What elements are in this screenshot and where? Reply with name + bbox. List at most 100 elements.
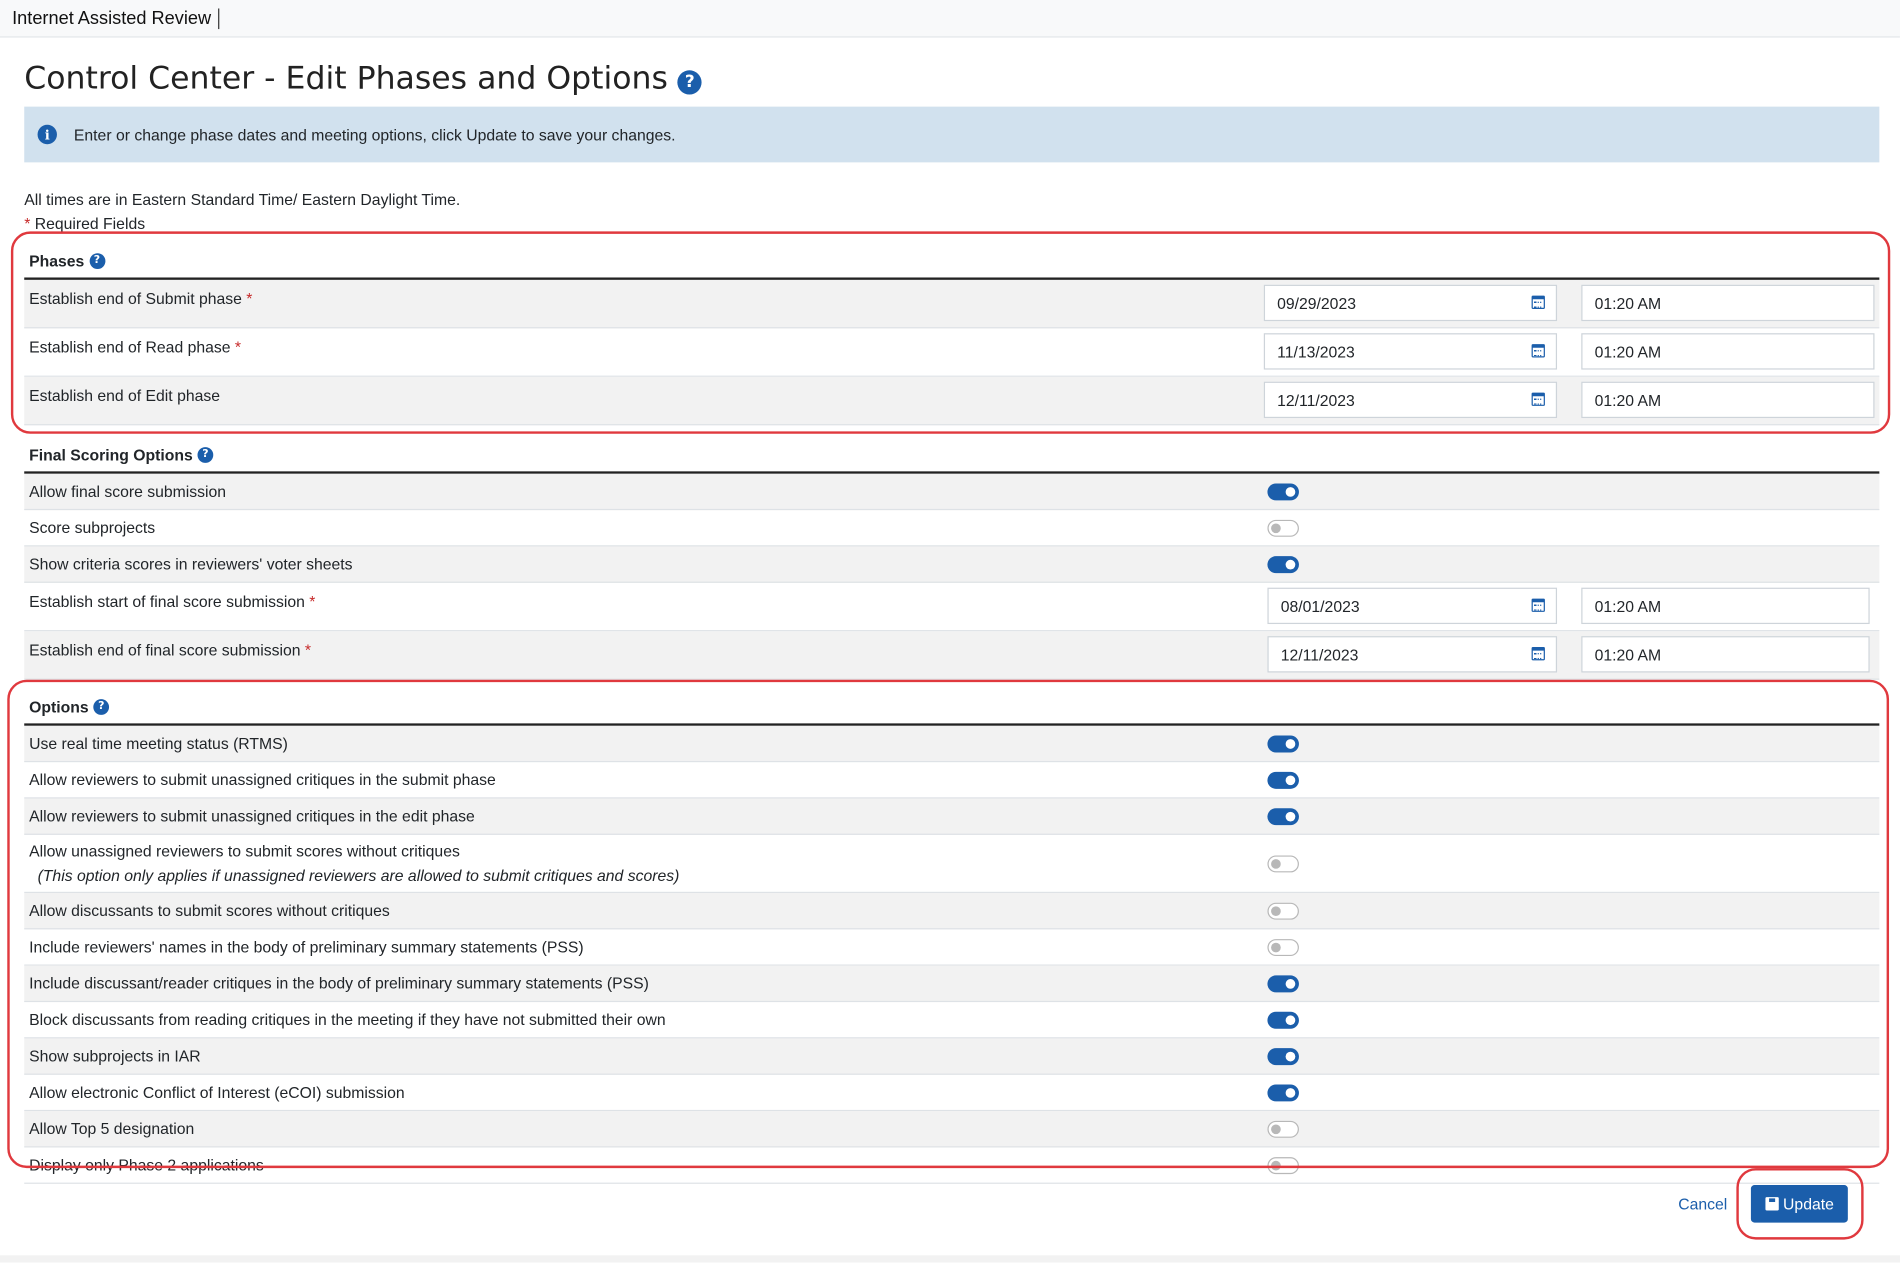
row-label-text: Allow final score submission [29,482,227,501]
toggle-switch[interactable] [1267,519,1299,537]
option-row: Allow unassigned reviewers to submit sco… [24,835,1880,894]
option-row: Allow electronic Conflict of Interest (e… [24,1075,1880,1112]
toggle-switch[interactable] [1267,1120,1299,1138]
time-input[interactable]: 01:20 AM [1581,381,1875,419]
row-label: Use real time meeting status (RTMS) [29,734,288,752]
row-label-text: Allow reviewers to submit unassigned cri… [29,770,496,789]
row-label: Allow Top 5 designation [29,1120,194,1138]
calendar-icon[interactable] [1531,647,1545,661]
info-alert: i Enter or change phase dates and meetin… [24,106,1880,163]
calendar-icon[interactable] [1531,598,1545,612]
row-label-text: Establish end of Edit phase [29,386,220,405]
toggle-switch[interactable] [1267,974,1299,992]
date-row: Establish end of Submit phase * 09/29/202… [24,279,1880,329]
date-input[interactable]: 11/13/2023 [1263,333,1558,370]
timezone-note: All times are in Eastern Standard Time/ … [24,190,461,209]
row-label: Allow reviewers to submit unassigned cri… [29,771,496,789]
app-header: Internet Assisted Review [0,0,1900,38]
row-label-text: Allow Top 5 designation [29,1119,195,1138]
row-label: Display only Phase 2 applications [29,1156,264,1174]
save-icon [1764,1197,1779,1211]
required-star: * [304,640,312,660]
row-label: Allow electronic Conflict of Interest (e… [29,1083,405,1101]
date-input[interactable]: 09/29/2023 [1263,284,1558,322]
option-row: Use real time meeting status (RTMS) [24,725,1880,763]
date-value: 09/29/2023 [1277,293,1356,313]
toggle-switch[interactable] [1267,854,1299,872]
update-button-label: Update [1783,1194,1834,1213]
option-row: Include discussant/reader critiques in t… [24,965,1880,1003]
time-input[interactable]: 01:20 AM [1581,636,1870,673]
row-label-text: Score subprojects [29,518,156,537]
time-value: 01:20 AM [1594,342,1662,361]
date-value: 12/11/2023 [1280,645,1359,664]
row-label: Establish end of Read phase * [29,338,241,356]
toggle-switch[interactable] [1267,1156,1299,1174]
info-icon: i [37,124,57,145]
toggle-switch[interactable] [1267,938,1299,956]
date-input[interactable]: 08/01/2023 [1267,587,1558,625]
footer-bar [0,1255,1900,1263]
option-row: Allow final score submission [24,473,1880,511]
row-label: Include discussant/reader critiques in t… [29,974,649,992]
option-row: Block discussants from reading critiques… [24,1002,1880,1039]
toggle-switch[interactable] [1267,1047,1299,1065]
help-icon[interactable]: ? [89,252,105,269]
calendar-icon[interactable] [1531,295,1545,309]
calendar-icon[interactable] [1531,392,1545,406]
cancel-link[interactable]: Cancel [1678,1195,1727,1213]
row-label: Show criteria scores in reviewers' voter… [29,555,352,573]
required-note-text: Required Fields [34,214,146,233]
option-row: Show criteria scores in reviewers' voter… [24,546,1880,583]
final-scoring-title: Final Scoring Options [29,445,193,464]
time-value: 01:20 AM [1594,645,1662,664]
date-row: Establish start of final score submissio… [24,583,1880,632]
toggle-switch[interactable] [1267,771,1299,789]
required-note: * Required Fields [24,214,145,232]
toggle-switch[interactable] [1267,807,1299,825]
toggle-switch[interactable] [1267,482,1299,500]
row-label: Include reviewers' names in the body of … [29,938,584,956]
row-label: Score subprojects [29,519,155,537]
row-label: Allow unassigned reviewers to submit sco… [29,842,679,884]
help-icon[interactable]: ? [197,446,214,463]
page-title: Control Center - Edit Phases and Options… [24,61,702,97]
help-icon[interactable]: ? [677,70,702,95]
date-row: Establish end of Read phase * 11/13/2023 0… [24,328,1880,377]
final-scoring-section: Final Scoring Options? Allow final score… [24,437,1880,680]
row-label-text: Block discussants from reading critiques… [29,1010,666,1029]
options-section: Options? Use real time meeting status (R… [24,689,1880,1184]
row-label-text: Include reviewers' names in the body of … [29,937,584,957]
date-input[interactable]: 12/11/2023 [1267,636,1558,673]
date-value: 11/13/2023 [1277,342,1355,361]
app-title[interactable]: Internet Assisted Review [12,8,211,29]
option-row: Include reviewers' names in the body of … [24,929,1880,966]
toggle-switch[interactable] [1267,555,1299,573]
time-input[interactable]: 01:20 AM [1581,284,1875,322]
update-button[interactable]: Update [1750,1185,1848,1223]
phases-header: Phases? [24,243,1880,280]
toggle-switch[interactable] [1267,734,1299,752]
date-input[interactable]: 12/11/2023 [1263,381,1558,419]
title-separator [218,7,220,29]
help-icon[interactable]: ? [93,698,110,715]
calendar-icon[interactable] [1531,344,1545,358]
final-scoring-header: Final Scoring Options? [24,437,1880,474]
date-row: Establish end of Edit phase 12/11/2023 01:… [24,376,1880,426]
option-row: Allow reviewers to submit unassigned cri… [24,798,1880,835]
toggle-switch[interactable] [1267,1011,1299,1029]
required-star: * [24,214,31,233]
row-label: Establish start of final score submissio… [29,593,315,611]
option-row: Display only Phase 2 applications [24,1147,1880,1184]
row-label-text: Allow reviewers to submit unassigned cri… [29,806,475,826]
phases-title: Phases [29,251,85,270]
toggle-switch[interactable] [1267,1083,1299,1101]
row-label: Block discussants from reading critiques… [29,1011,666,1029]
time-input[interactable]: 01:20 AM [1581,587,1870,625]
time-input[interactable]: 01:20 AM [1581,333,1875,370]
option-row: Allow reviewers to submit unassigned cri… [24,762,1880,799]
row-label: Establish end of final score submission … [29,641,311,659]
row-sublabel: (This option only applies if unassigned … [37,866,680,885]
options-title: Options [29,697,89,716]
toggle-switch[interactable] [1267,902,1299,920]
